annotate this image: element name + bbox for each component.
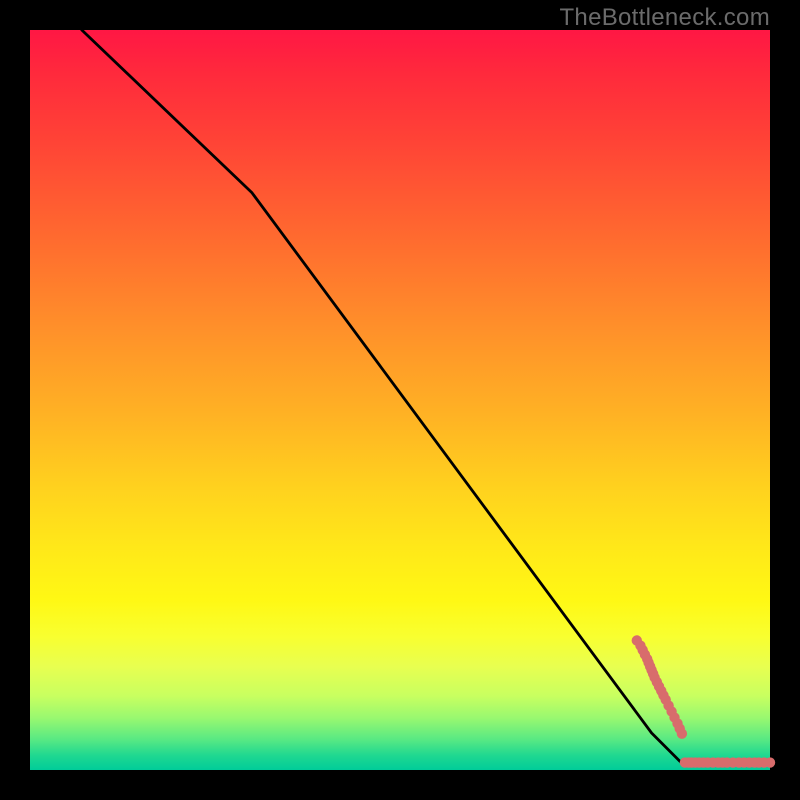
data-point: [765, 757, 775, 767]
watermark-label: TheBottleneck.com: [559, 4, 770, 32]
data-point: [677, 729, 687, 739]
chart-stage: TheBottleneck.com: [0, 0, 800, 800]
chart-overlay: [30, 30, 770, 770]
bottleneck-curve: [82, 30, 770, 763]
scatter-points: [632, 635, 776, 768]
plot-area: [30, 30, 770, 770]
